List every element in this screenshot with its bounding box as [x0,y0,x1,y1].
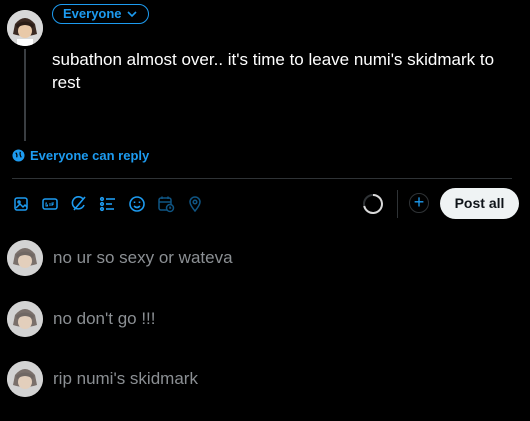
compose-textarea[interactable]: subathon almost over.. it's time to leav… [52,48,522,94]
add-post-button[interactable]: + [409,193,429,213]
thread-draft-item[interactable]: no don't go !!! [0,301,530,361]
image-icon[interactable] [10,193,32,215]
globe-icon [12,149,25,162]
draft-text: no ur so sexy or wateva [53,248,233,267]
location-icon[interactable] [184,193,206,215]
audience-selector[interactable]: Everyone [52,4,149,24]
avatar [7,240,43,276]
chevron-down-icon [126,11,137,18]
reply-setting-label: Everyone can reply [30,148,150,163]
draft-text: no don't go !!! [53,309,156,328]
schedule-icon[interactable] [155,193,177,215]
emoji-icon[interactable] [126,193,148,215]
reply-setting-button[interactable]: Everyone can reply [12,148,149,163]
thread-draft-item[interactable]: no ur so sexy or wateva [0,240,530,300]
thread-line [24,49,26,141]
avatar [7,361,43,397]
grok-icon[interactable] [68,193,90,215]
post-all-button[interactable]: Post all [440,188,519,219]
gif-icon[interactable] [39,193,61,215]
avatar [7,301,43,337]
character-progress-icon [363,194,383,214]
thread-draft-item[interactable]: rip numi's skidmark [0,361,530,421]
draft-text: rip numi's skidmark [53,369,198,388]
avatar[interactable] [7,10,43,46]
audience-label: Everyone [63,6,122,21]
divider [12,178,512,179]
poll-icon[interactable] [97,193,119,215]
toolbar-separator [397,190,398,218]
compose-toolbar [10,193,206,215]
